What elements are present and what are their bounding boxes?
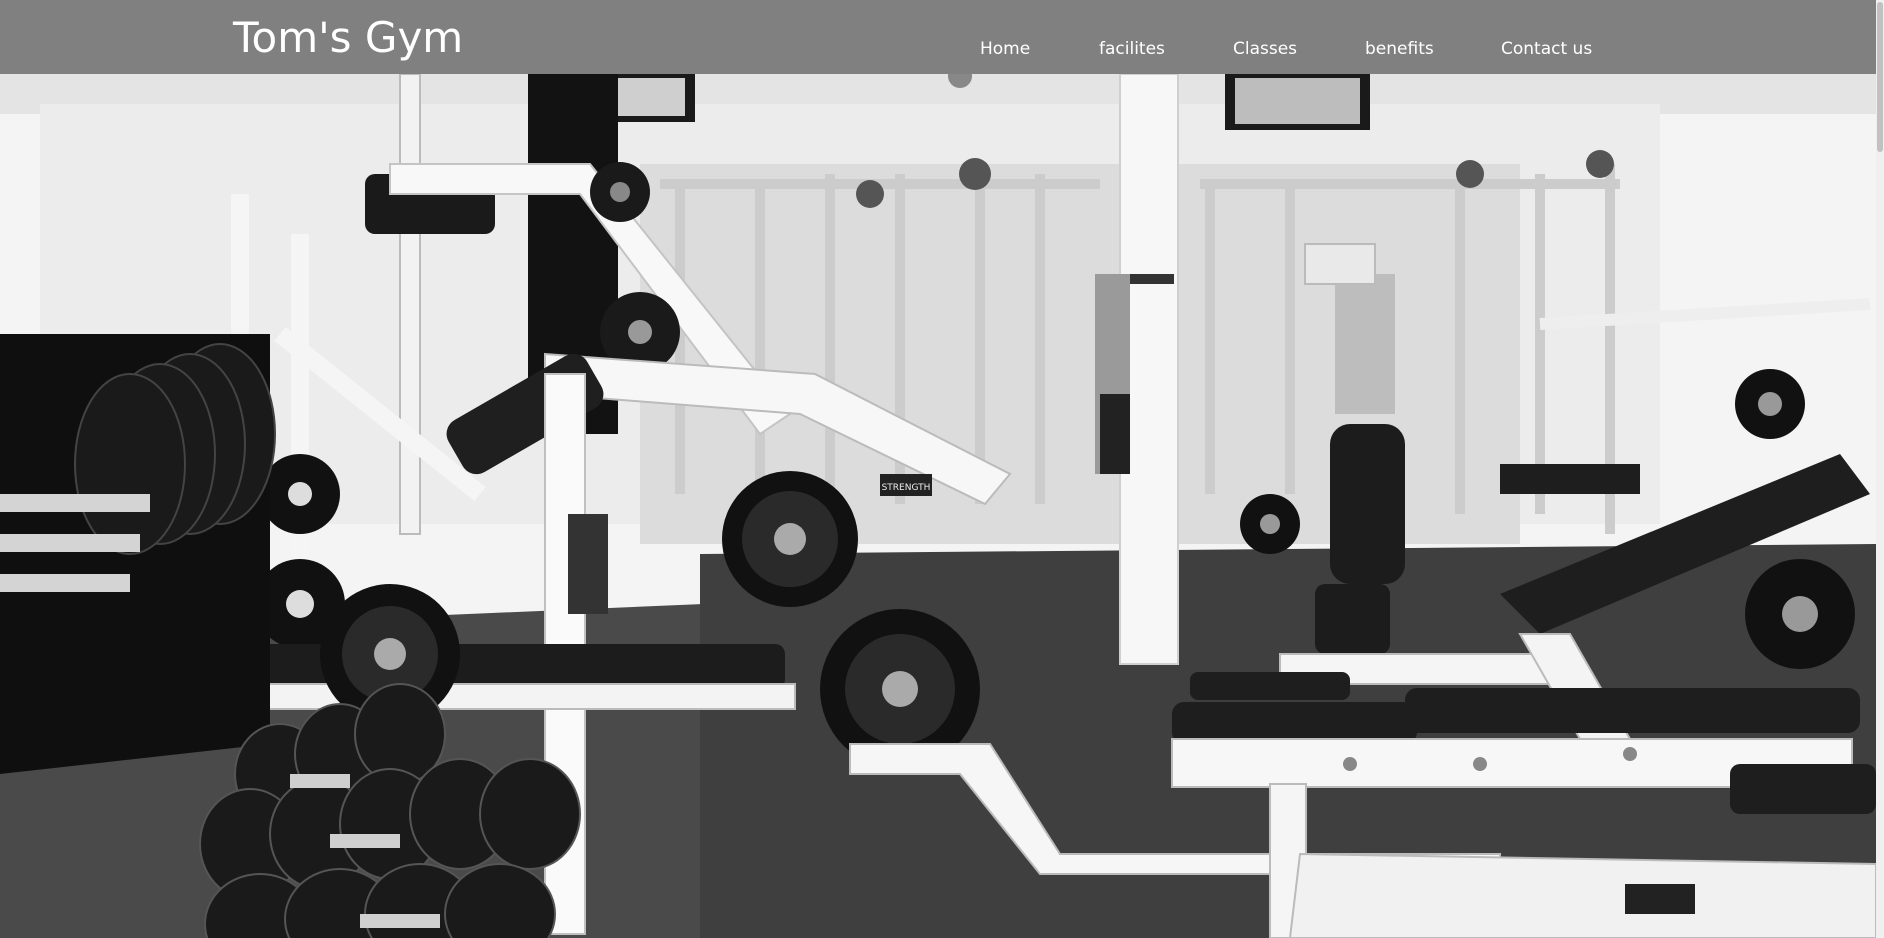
nav-home[interactable]: Home bbox=[980, 36, 1030, 62]
nav-benefits[interactable]: benefits bbox=[1365, 36, 1434, 62]
nav-contact-us[interactable]: Contact us bbox=[1501, 36, 1592, 62]
navbar: Tom's Gym Home facilites Classes benefit… bbox=[0, 0, 1876, 74]
machine-brand-label: STRENGTH bbox=[882, 483, 931, 493]
nav-facilites[interactable]: facilites bbox=[1099, 36, 1165, 62]
site-title[interactable]: Tom's Gym bbox=[233, 12, 463, 64]
scrollbar-thumb[interactable] bbox=[1877, 2, 1883, 152]
nav-classes[interactable]: Classes bbox=[1233, 36, 1297, 62]
page: Tom's Gym Home facilites Classes benefit… bbox=[0, 0, 1884, 938]
gym-photo: STRENGTH bbox=[0, 74, 1876, 938]
seat-back-pad bbox=[1330, 424, 1405, 584]
vertical-scrollbar[interactable] bbox=[1876, 0, 1884, 938]
hero-image: STRENGTH bbox=[0, 74, 1876, 938]
bench-seat bbox=[235, 644, 785, 689]
